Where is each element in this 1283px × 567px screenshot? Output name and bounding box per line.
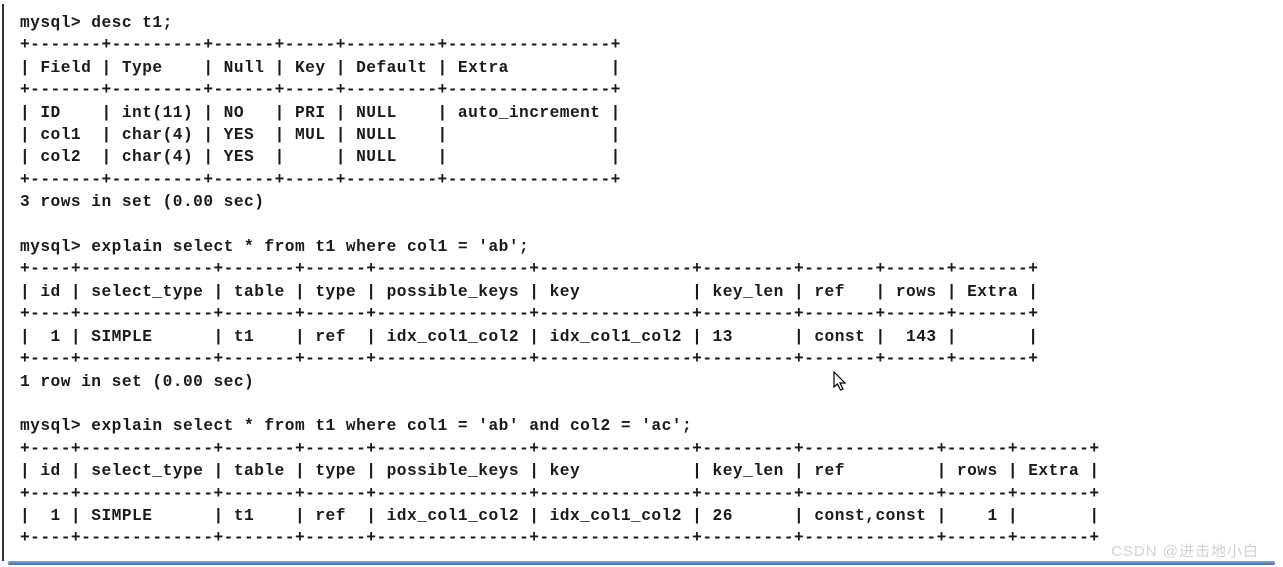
window-bottom-border (8, 561, 1275, 565)
mysql-terminal-output: mysql> desc t1; +-------+---------+-----… (0, 0, 1283, 554)
csdn-watermark: CSDN @进击地小白 (1111, 540, 1259, 561)
window-left-border (2, 4, 4, 561)
